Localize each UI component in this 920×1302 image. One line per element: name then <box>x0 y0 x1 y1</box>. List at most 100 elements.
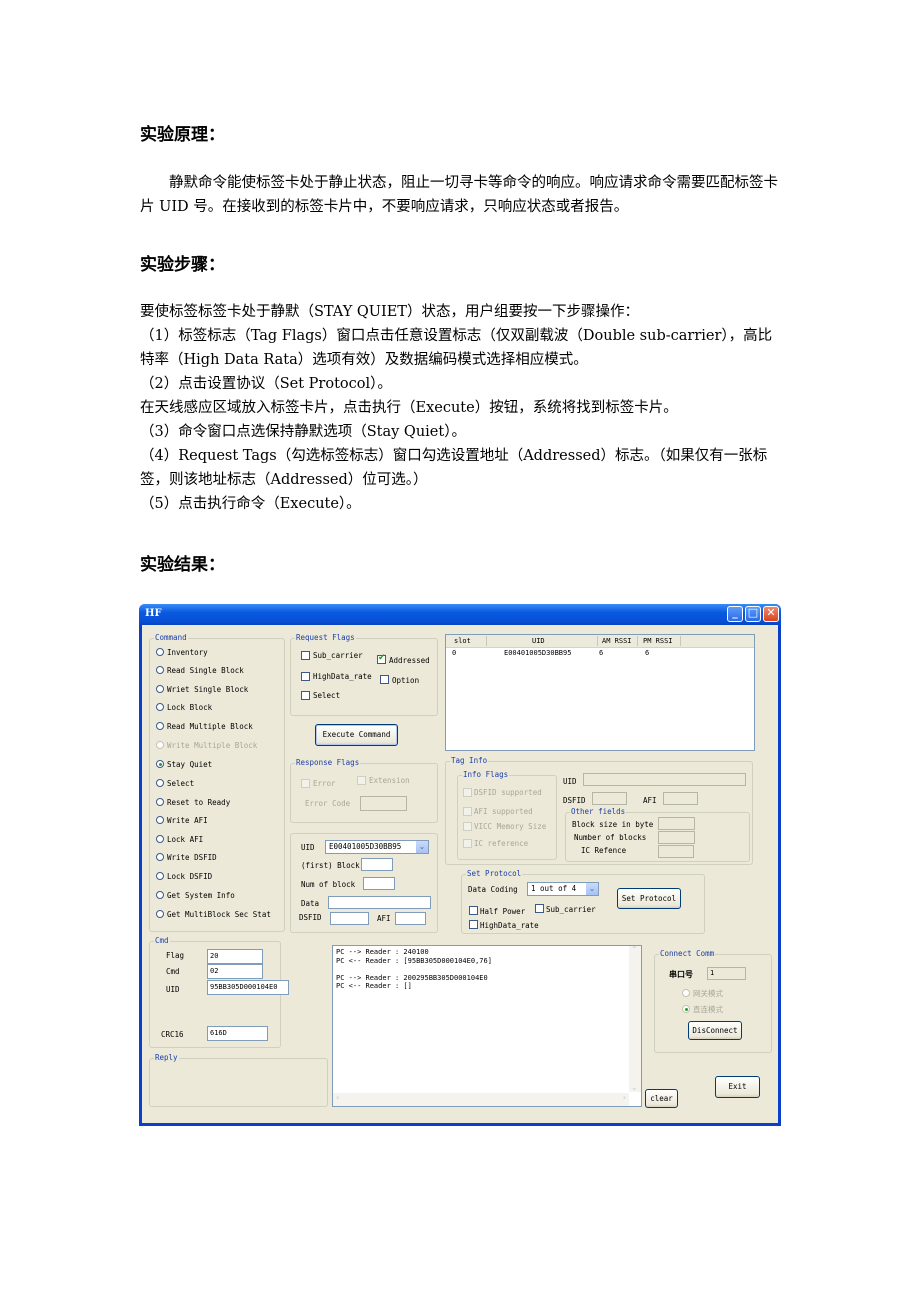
data-input[interactable] <box>328 896 431 909</box>
close-button[interactable]: ✕ <box>763 606 779 622</box>
scroll-up-icon[interactable]: ⌃ <box>631 945 638 955</box>
command-radio[interactable] <box>156 835 164 843</box>
command-radio[interactable] <box>156 760 164 768</box>
scroll-right-icon[interactable]: › <box>623 1093 626 1103</box>
first-block-label: (first) Block <box>301 861 360 870</box>
scroll-down-icon[interactable]: ⌄ <box>631 1083 638 1093</box>
command-radio[interactable] <box>156 853 164 861</box>
step-2: （2）点击设置协议（Set Protocol）。 <box>140 376 392 392</box>
command-radio[interactable] <box>156 872 164 880</box>
response-extension-checkbox[interactable] <box>357 776 366 785</box>
cell-pm-rssi: 6 <box>645 649 650 657</box>
cmd-group: Cmd Flag 20 Cmd 02 UID 95BB305D000104E0 … <box>149 936 289 1048</box>
uid-select[interactable]: E00401005D30BB95 ⌄ <box>325 840 429 854</box>
clear-button[interactable]: clear <box>645 1089 678 1108</box>
first-block-input[interactable] <box>361 858 393 871</box>
ic-refence-label: IC Refence <box>581 846 627 855</box>
command-group: Command Inventory Read Single Block Wriet … <box>149 633 285 932</box>
request-highdatarate-checkbox[interactable] <box>301 672 310 681</box>
tag-dsfid-input[interactable] <box>592 792 627 805</box>
command-radio[interactable] <box>156 779 164 787</box>
crc16-input[interactable]: 616D <box>207 1026 268 1041</box>
log-line: PC --> Reader : 240100 <box>336 948 429 956</box>
ic-reference-checkbox[interactable] <box>463 839 472 848</box>
ic-refence-input[interactable] <box>658 845 694 858</box>
command-radio[interactable] <box>156 798 164 806</box>
command-radio[interactable] <box>156 910 164 918</box>
data-coding-select[interactable]: 1 out of 4 ⌄ <box>527 882 599 896</box>
command-radio[interactable] <box>156 666 164 674</box>
command-radio[interactable] <box>156 648 164 656</box>
command-radio[interactable] <box>156 722 164 730</box>
maximize-button[interactable]: □ <box>745 606 761 622</box>
set-protocol-button[interactable]: Set Protocol <box>617 888 681 909</box>
vertical-scrollbar[interactable]: ⌃ ⌄ <box>629 945 641 1093</box>
command-radio[interactable] <box>156 685 164 693</box>
tag-uid-input[interactable] <box>583 773 746 786</box>
window-title: HF <box>145 608 162 619</box>
afi-supported-checkbox[interactable] <box>463 807 472 816</box>
cmd-uid-input[interactable]: 95BB305D000104E0 <box>207 980 289 995</box>
column-divider[interactable] <box>637 636 638 646</box>
request-addressed-checkbox[interactable]: ✔ <box>377 653 386 664</box>
command-radio[interactable] <box>156 816 164 824</box>
request-select-checkbox[interactable] <box>301 691 310 700</box>
protocol-highdatarate-checkbox[interactable] <box>469 920 478 929</box>
inventory-table[interactable]: slot UID AM RSSI PM RSSI 0 E00401005D30B… <box>445 634 755 751</box>
inventory-table-header: slot UID AM RSSI PM RSSI <box>446 635 754 648</box>
protocol-subcarrier-label: Sub_carrier <box>546 905 596 914</box>
reply-legend: Reply <box>154 1053 179 1062</box>
hf-window: HF _ □ ✕ Command Inventory Read Single Bl… <box>139 604 781 1126</box>
column-divider[interactable] <box>486 636 487 646</box>
request-subcarrier-checkbox[interactable] <box>301 651 310 660</box>
response-flags-legend: Response Flags <box>295 758 361 767</box>
request-subcarrier-label: Sub_carrier <box>313 651 363 660</box>
section-title-steps: 实验步骤： <box>140 255 225 275</box>
column-divider[interactable] <box>680 636 681 646</box>
gateway-mode-radio[interactable] <box>682 989 690 997</box>
command-option-label: Reset to Ready <box>167 798 231 807</box>
disconnect-button[interactable]: DisConnect <box>688 1021 742 1040</box>
minimize-button[interactable]: _ <box>727 606 743 622</box>
cmd-input[interactable]: 02 <box>207 964 263 979</box>
request-flags-group: Request Flags Sub_carrier ✔ Addressed Hi… <box>290 633 438 716</box>
vicc-memory-checkbox[interactable] <box>463 822 472 831</box>
command-option-label: Select <box>167 779 195 788</box>
num-block-input[interactable] <box>363 877 395 890</box>
direct-mode-radio[interactable] <box>682 1005 690 1013</box>
error-code-input[interactable] <box>360 796 407 811</box>
block-size-input[interactable] <box>658 817 695 830</box>
dsfid-supported-checkbox[interactable] <box>463 788 472 797</box>
exit-button[interactable]: Exit <box>715 1076 760 1098</box>
log-output[interactable]: PC --> Reader : 240100 PC <-- Reader : [9… <box>332 945 642 1107</box>
column-uid[interactable]: UID <box>532 637 545 645</box>
flag-input[interactable]: 20 <box>207 949 263 964</box>
command-radio[interactable] <box>156 741 164 749</box>
title-bar[interactable]: HF _ □ ✕ <box>139 604 781 625</box>
command-radio[interactable] <box>156 703 164 711</box>
protocol-subcarrier-checkbox[interactable] <box>535 904 544 913</box>
horizontal-scrollbar[interactable]: ‹ › <box>333 1093 629 1106</box>
column-slot[interactable]: slot <box>454 637 471 645</box>
half-power-checkbox[interactable] <box>469 906 478 915</box>
serial-port-input[interactable]: 1 <box>707 967 746 980</box>
response-error-checkbox[interactable] <box>301 779 310 788</box>
request-flags-legend: Request Flags <box>295 633 356 642</box>
half-power-label: Half Power <box>480 907 526 916</box>
step-4: （4）Request Tags（勾选标签标志）窗口勾选设置地址（Addresse… <box>140 448 768 488</box>
tag-afi-input[interactable] <box>663 792 698 805</box>
command-radio[interactable] <box>156 891 164 899</box>
dsfid-input[interactable] <box>330 912 369 925</box>
chevron-down-icon[interactable]: ⌄ <box>586 883 598 895</box>
chevron-down-icon[interactable]: ⌄ <box>416 841 428 853</box>
request-option-checkbox[interactable] <box>380 675 389 684</box>
scroll-left-icon[interactable]: ‹ <box>336 1093 339 1103</box>
column-divider[interactable] <box>597 636 598 646</box>
afi-input[interactable] <box>395 912 426 925</box>
number-of-blocks-input[interactable] <box>658 831 695 844</box>
command-option-label: Lock DSFID <box>167 872 213 881</box>
column-pm-rssi[interactable]: PM RSSI <box>643 637 673 645</box>
execute-command-button[interactable]: Execute Command <box>315 724 398 746</box>
command-option-label: Write Multiple Block <box>167 741 258 750</box>
column-am-rssi[interactable]: AM RSSI <box>602 637 632 645</box>
